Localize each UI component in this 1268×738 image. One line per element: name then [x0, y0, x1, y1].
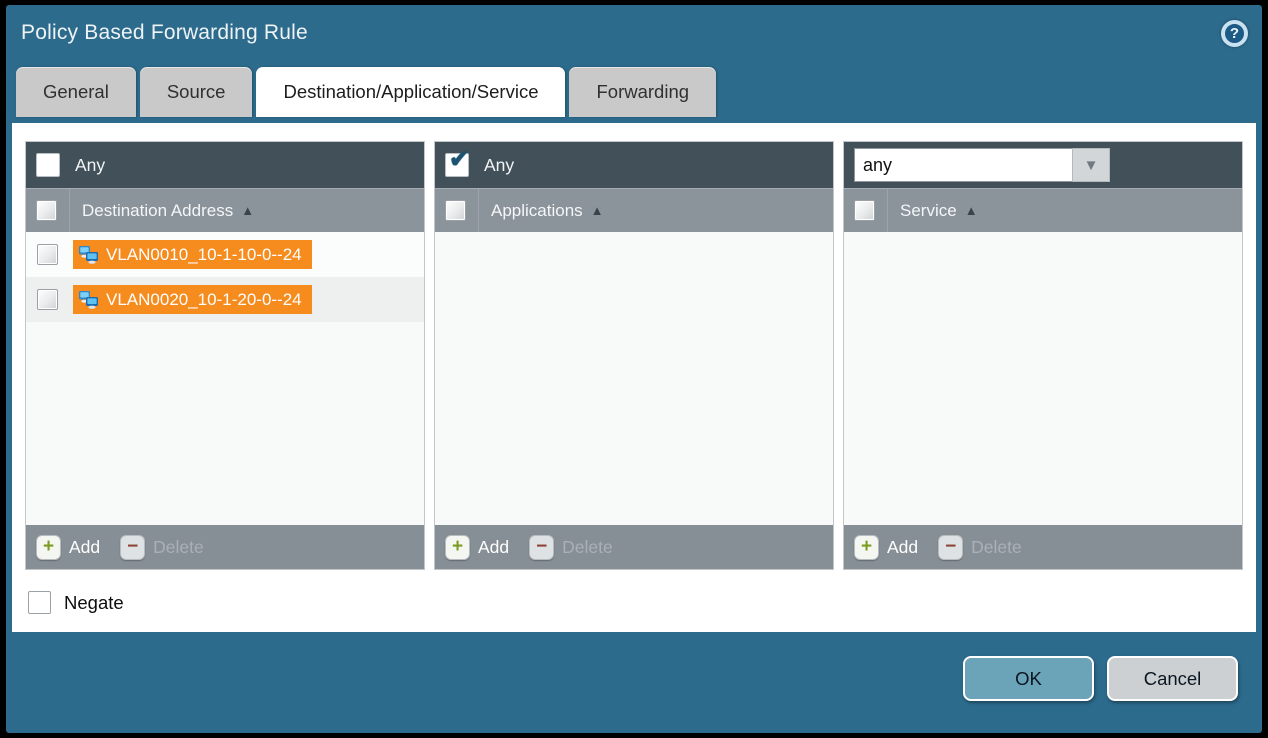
applications-any-label: Any — [484, 155, 514, 176]
service-any-bar: ▼ — [844, 142, 1242, 188]
column-header-label: Service — [900, 201, 957, 221]
tab-general[interactable]: General — [16, 67, 136, 117]
row-checkbox[interactable] — [37, 289, 58, 310]
destination-any-bar: ✔ Any — [26, 142, 424, 188]
select-all-checkbox[interactable] — [445, 200, 466, 221]
plus-icon: + — [854, 535, 879, 560]
select-all-checkbox[interactable] — [36, 200, 57, 221]
add-button-label: Add — [69, 537, 100, 558]
destination-address-list: VLAN0010_10-1-10-0--24 — [26, 232, 424, 525]
row-checkbox[interactable] — [37, 244, 58, 265]
applications-list — [435, 232, 833, 525]
applications-footer-bar: + Add − Delete — [435, 525, 833, 569]
plus-icon: + — [36, 535, 61, 560]
ok-button[interactable]: OK — [963, 656, 1094, 701]
service-type-input[interactable] — [854, 148, 1072, 182]
delete-button-label: Delete — [562, 537, 613, 558]
negate-checkbox[interactable] — [28, 591, 51, 614]
tab-destination-application-service[interactable]: Destination/Application/Service — [256, 67, 565, 117]
address-object-chip[interactable]: VLAN0010_10-1-10-0--24 — [73, 240, 312, 269]
delete-button[interactable]: − Delete — [120, 535, 204, 560]
add-button[interactable]: + Add — [445, 535, 509, 560]
add-button-label: Add — [478, 537, 509, 558]
sort-ascending-icon[interactable]: ▲ — [241, 203, 254, 218]
destination-any-checkbox[interactable]: ✔ — [36, 153, 60, 177]
cancel-button[interactable]: Cancel — [1107, 656, 1238, 701]
sort-ascending-icon[interactable]: ▲ — [965, 203, 978, 218]
address-object-label: VLAN0020_10-1-20-0--24 — [106, 290, 302, 310]
applications-column-header[interactable]: Applications ▲ — [435, 188, 833, 232]
delete-button[interactable]: − Delete — [529, 535, 613, 560]
negate-row: Negate — [25, 591, 1243, 614]
add-button-label: Add — [887, 537, 918, 558]
page-title: Policy Based Forwarding Rule — [21, 21, 308, 45]
service-list — [844, 232, 1242, 525]
address-object-chip[interactable]: VLAN0020_10-1-20-0--24 — [73, 285, 312, 314]
applications-any-bar: ✔ Any — [435, 142, 833, 188]
service-footer-bar: + Add − Delete — [844, 525, 1242, 569]
chevron-down-icon[interactable]: ▼ — [1072, 148, 1110, 182]
service-column-header[interactable]: Service ▲ — [844, 188, 1242, 232]
applications-column: ✔ Any Applications ▲ + Add — [434, 141, 834, 570]
address-object-label: VLAN0010_10-1-10-0--24 — [106, 245, 302, 265]
tab-bar: General Source Destination/Application/S… — [6, 55, 1262, 117]
tab-source[interactable]: Source — [140, 67, 253, 117]
destination-footer-bar: + Add − Delete — [26, 525, 424, 569]
plus-icon: + — [445, 535, 470, 560]
service-type-dropdown: ▼ — [854, 148, 1110, 182]
service-column: ▼ Service ▲ + Add — [843, 141, 1243, 570]
applications-any-checkbox[interactable]: ✔ — [445, 153, 469, 177]
add-button[interactable]: + Add — [36, 535, 100, 560]
minus-icon: − — [529, 535, 554, 560]
tab-content-panel: ✔ Any Destination Address ▲ — [12, 123, 1256, 632]
dialog-footer: OK Cancel — [6, 632, 1262, 733]
column-header-label: Destination Address — [82, 201, 233, 221]
tab-forwarding[interactable]: Forwarding — [569, 67, 716, 117]
network-address-icon — [78, 245, 99, 264]
delete-button[interactable]: − Delete — [938, 535, 1022, 560]
minus-icon: − — [938, 535, 963, 560]
network-address-icon — [78, 290, 99, 309]
table-row[interactable]: VLAN0010_10-1-10-0--24 — [26, 232, 424, 277]
delete-button-label: Delete — [153, 537, 204, 558]
column-header-label: Applications — [491, 201, 583, 221]
checkmark-icon: ✔ — [449, 145, 469, 174]
table-row[interactable]: VLAN0020_10-1-20-0--24 — [26, 277, 424, 322]
add-button[interactable]: + Add — [854, 535, 918, 560]
sort-ascending-icon[interactable]: ▲ — [591, 203, 604, 218]
header-divider — [478, 189, 479, 233]
destination-address-column: ✔ Any Destination Address ▲ — [25, 141, 425, 570]
destination-any-label: Any — [75, 155, 105, 176]
dialog-titlebar: Policy Based Forwarding Rule ? — [6, 5, 1262, 55]
help-icon[interactable]: ? — [1221, 20, 1248, 47]
select-all-checkbox[interactable] — [854, 200, 875, 221]
destination-column-header[interactable]: Destination Address ▲ — [26, 188, 424, 232]
header-divider — [69, 189, 70, 233]
policy-based-forwarding-dialog: Policy Based Forwarding Rule ? General S… — [6, 5, 1262, 733]
minus-icon: − — [120, 535, 145, 560]
header-divider — [887, 189, 888, 233]
delete-button-label: Delete — [971, 537, 1022, 558]
negate-label: Negate — [64, 592, 124, 614]
